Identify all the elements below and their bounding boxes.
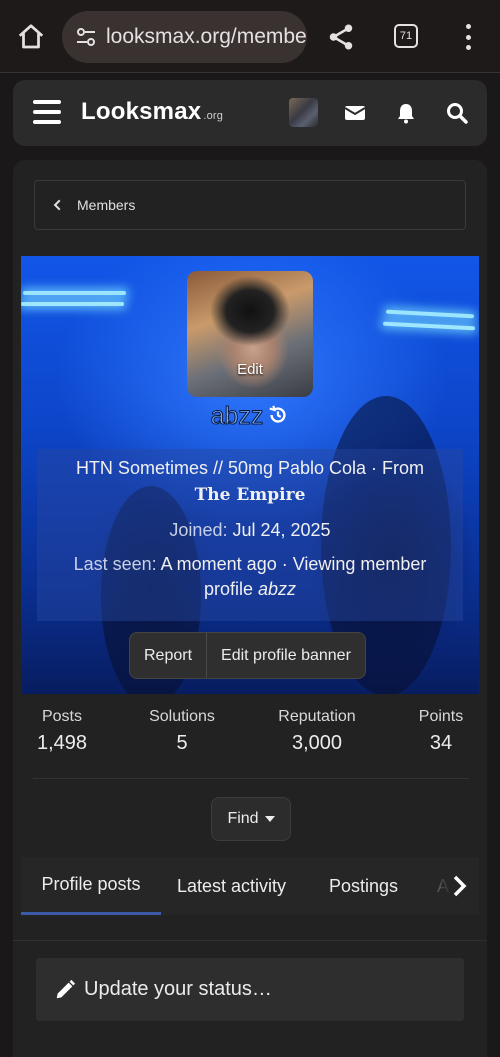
tab-count: 71 bbox=[399, 30, 413, 42]
banner-decoration bbox=[382, 321, 476, 331]
last-seen-detail: profile abzz bbox=[203, 579, 297, 599]
profile-info: HTN Sometimes // 50mg Pablo Cola · From … bbox=[37, 449, 463, 621]
status-prompt: Update your status… bbox=[84, 978, 272, 1000]
tabs-scroll-right[interactable] bbox=[441, 857, 479, 915]
report-button[interactable]: Report bbox=[130, 633, 206, 678]
breadcrumb[interactable]: Members bbox=[34, 180, 466, 230]
stat-solutions[interactable]: Solutions 5 bbox=[141, 708, 223, 755]
edit-banner-button[interactable]: Edit profile banner bbox=[207, 633, 365, 678]
pencil-icon bbox=[56, 979, 76, 998]
member-profile-card: Members Edit abzz HTN Sometimes // 50mg … bbox=[13, 160, 487, 1057]
tab-postings[interactable]: Postings bbox=[329, 857, 398, 915]
divider bbox=[13, 940, 487, 941]
banner-decoration bbox=[21, 302, 124, 306]
status-update-box[interactable]: Update your status… bbox=[36, 958, 464, 1021]
url-text: looksmax.org/members/ bbox=[106, 25, 307, 48]
profile-tabs: Profile posts Latest activity Postings A bbox=[21, 857, 479, 915]
search-icon[interactable] bbox=[445, 101, 469, 125]
chevron-right-icon bbox=[453, 875, 467, 897]
profile-stats: Posts 1,498 Solutions 5 Reputation 3,000 Po… bbox=[13, 708, 487, 778]
site-logo[interactable]: Looksmax .org bbox=[81, 98, 223, 126]
profile-actions: Report Edit profile banner bbox=[129, 632, 366, 679]
last-seen: Last seen: A moment ago · Viewing member bbox=[73, 554, 427, 574]
breadcrumb-label: Members bbox=[77, 197, 136, 213]
profile-banner: Edit abzz HTN Sometimes // 50mg Pablo Co… bbox=[21, 256, 479, 694]
more-vert-icon[interactable] bbox=[457, 24, 479, 50]
browser-toolbar: looksmax.org/members/ 71 bbox=[0, 0, 500, 73]
stat-posts[interactable]: Posts 1,498 bbox=[33, 708, 91, 755]
banner-decoration bbox=[385, 309, 475, 319]
find-button[interactable]: Find bbox=[211, 797, 291, 841]
tab-profile-posts[interactable]: Profile posts bbox=[21, 857, 161, 915]
site-header: Looksmax .org bbox=[13, 80, 487, 146]
avatar-edit-label[interactable]: Edit bbox=[187, 361, 313, 378]
menu-icon[interactable] bbox=[33, 100, 61, 124]
tabs-icon[interactable]: 71 bbox=[394, 24, 418, 48]
tab-latest-activity[interactable]: Latest activity bbox=[177, 857, 286, 915]
chevron-left-icon bbox=[53, 199, 61, 211]
tune-icon[interactable] bbox=[74, 25, 98, 49]
joined-date: Joined: Jul 24, 2025 bbox=[169, 520, 331, 540]
bell-icon[interactable] bbox=[394, 101, 418, 125]
mail-icon[interactable] bbox=[343, 101, 367, 125]
divider bbox=[33, 778, 469, 779]
username: abzz bbox=[21, 402, 479, 431]
banner-decoration bbox=[23, 291, 126, 295]
caret-down-icon bbox=[264, 816, 275, 822]
custom-title: HTN Sometimes // 50mg Pablo Cola · From bbox=[75, 458, 425, 478]
history-icon[interactable] bbox=[267, 404, 289, 426]
stat-reputation[interactable]: Reputation 3,000 bbox=[271, 708, 363, 755]
avatar[interactable] bbox=[289, 98, 318, 127]
home-icon[interactable] bbox=[14, 22, 48, 52]
profile-avatar[interactable]: Edit bbox=[187, 271, 313, 397]
location[interactable]: The Empire bbox=[37, 485, 463, 505]
stat-points[interactable]: Points 34 bbox=[411, 708, 471, 755]
address-bar[interactable]: looksmax.org/members/ bbox=[62, 11, 307, 63]
share-icon[interactable] bbox=[326, 22, 356, 52]
